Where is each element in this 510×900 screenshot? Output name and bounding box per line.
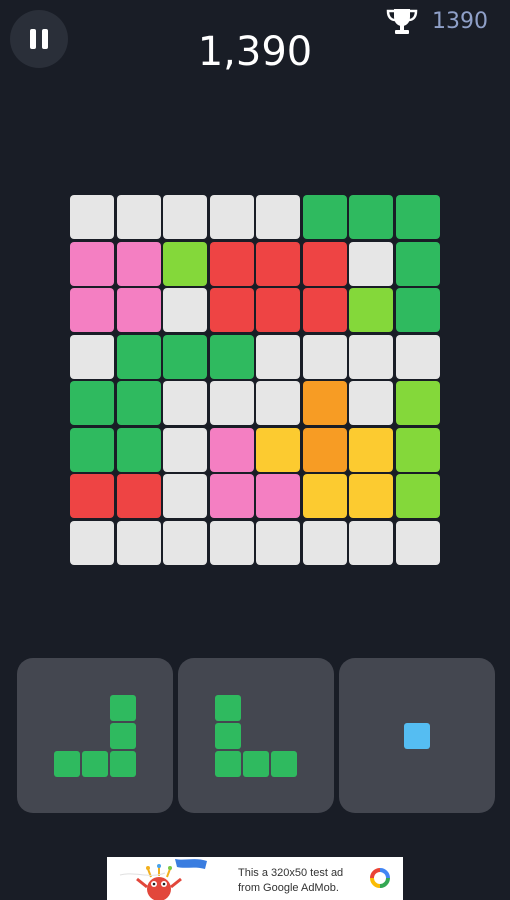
green-block[interactable]	[395, 241, 440, 286]
empty-cell[interactable]	[163, 381, 207, 425]
orange-block[interactable]	[302, 381, 347, 425]
pink-block[interactable]	[116, 241, 161, 286]
yellow-block[interactable]	[256, 427, 300, 472]
piece-block	[82, 750, 108, 777]
empty-cell[interactable]	[256, 520, 300, 565]
green-block[interactable]	[395, 288, 440, 332]
pink-block[interactable]	[70, 288, 114, 332]
empty-cell[interactable]	[302, 334, 347, 379]
red-block[interactable]	[302, 241, 347, 286]
empty-cell[interactable]	[163, 474, 207, 518]
empty-cell[interactable]	[349, 381, 393, 425]
admob-logo-icon	[370, 868, 390, 888]
l-piece[interactable]	[215, 694, 297, 777]
empty-cell[interactable]	[395, 520, 440, 565]
best-score: 1390	[432, 9, 488, 34]
pink-block[interactable]	[209, 474, 254, 518]
empty-cell[interactable]	[349, 520, 393, 565]
empty-cell[interactable]	[256, 195, 300, 239]
piece-tray-3[interactable]	[339, 658, 495, 813]
empty-cell[interactable]	[209, 520, 254, 565]
green-block[interactable]	[395, 195, 440, 239]
empty-cell[interactable]	[349, 241, 393, 286]
green-block[interactable]	[349, 195, 393, 239]
single-piece[interactable]	[404, 722, 430, 749]
empty-cell[interactable]	[395, 334, 440, 379]
green-block[interactable]	[116, 427, 161, 472]
green-block[interactable]	[116, 334, 161, 379]
empty-cell[interactable]	[70, 520, 114, 565]
piece-block	[243, 750, 269, 777]
red-block[interactable]	[209, 288, 254, 332]
green-block[interactable]	[302, 195, 347, 239]
empty-cell[interactable]	[349, 334, 393, 379]
empty-cell[interactable]	[70, 195, 114, 239]
lime-block[interactable]	[349, 288, 393, 332]
pink-block[interactable]	[70, 241, 114, 286]
piece-block	[110, 750, 136, 777]
empty-cell[interactable]	[209, 381, 254, 425]
lime-block[interactable]	[395, 381, 440, 425]
empty-cell[interactable]	[116, 195, 161, 239]
piece-block	[215, 694, 241, 721]
green-block[interactable]	[70, 427, 114, 472]
piece-block	[215, 750, 241, 777]
yellow-block[interactable]	[349, 474, 393, 518]
pink-block[interactable]	[256, 474, 300, 518]
empty-cell[interactable]	[116, 520, 161, 565]
yellow-block[interactable]	[302, 474, 347, 518]
pink-block[interactable]	[209, 427, 254, 472]
green-block[interactable]	[70, 381, 114, 425]
piece-block	[54, 750, 80, 777]
lime-block[interactable]	[395, 474, 440, 518]
empty-cell[interactable]	[163, 288, 207, 332]
empty-cell[interactable]	[256, 381, 300, 425]
empty-cell[interactable]	[70, 334, 114, 379]
trophy-icon	[386, 9, 418, 34]
empty-cell[interactable]	[163, 195, 207, 239]
red-block[interactable]	[256, 288, 300, 332]
piece-block	[215, 722, 241, 749]
pink-block[interactable]	[116, 288, 161, 332]
lime-block[interactable]	[163, 241, 207, 286]
ad-text: This a 320x50 test ad from Google AdMob.	[238, 867, 344, 894]
orange-block[interactable]	[302, 427, 347, 472]
empty-cell[interactable]	[163, 520, 207, 565]
empty-cell[interactable]	[209, 195, 254, 239]
red-block[interactable]	[116, 474, 161, 518]
empty-cell[interactable]	[302, 520, 347, 565]
green-block[interactable]	[209, 334, 254, 379]
red-block[interactable]	[302, 288, 347, 332]
ad-banner[interactable]: This a 320x50 test ad from Google AdMob.	[107, 857, 403, 900]
lime-block[interactable]	[395, 427, 440, 472]
piece-tray-1[interactable]	[17, 658, 173, 813]
red-block[interactable]	[70, 474, 114, 518]
green-block[interactable]	[163, 334, 207, 379]
red-block[interactable]	[209, 241, 254, 286]
ad-mascot-illustration	[119, 859, 207, 900]
yellow-block[interactable]	[349, 427, 393, 472]
piece-block	[110, 722, 136, 749]
green-block[interactable]	[116, 381, 161, 425]
j-piece[interactable]	[54, 694, 136, 777]
piece-block	[271, 750, 297, 777]
empty-cell[interactable]	[163, 427, 207, 472]
piece-tray-2[interactable]	[178, 658, 334, 813]
red-block[interactable]	[256, 241, 300, 286]
piece-block	[110, 694, 136, 721]
game-board[interactable]	[70, 195, 442, 565]
piece-block	[404, 722, 430, 749]
empty-cell[interactable]	[256, 334, 300, 379]
